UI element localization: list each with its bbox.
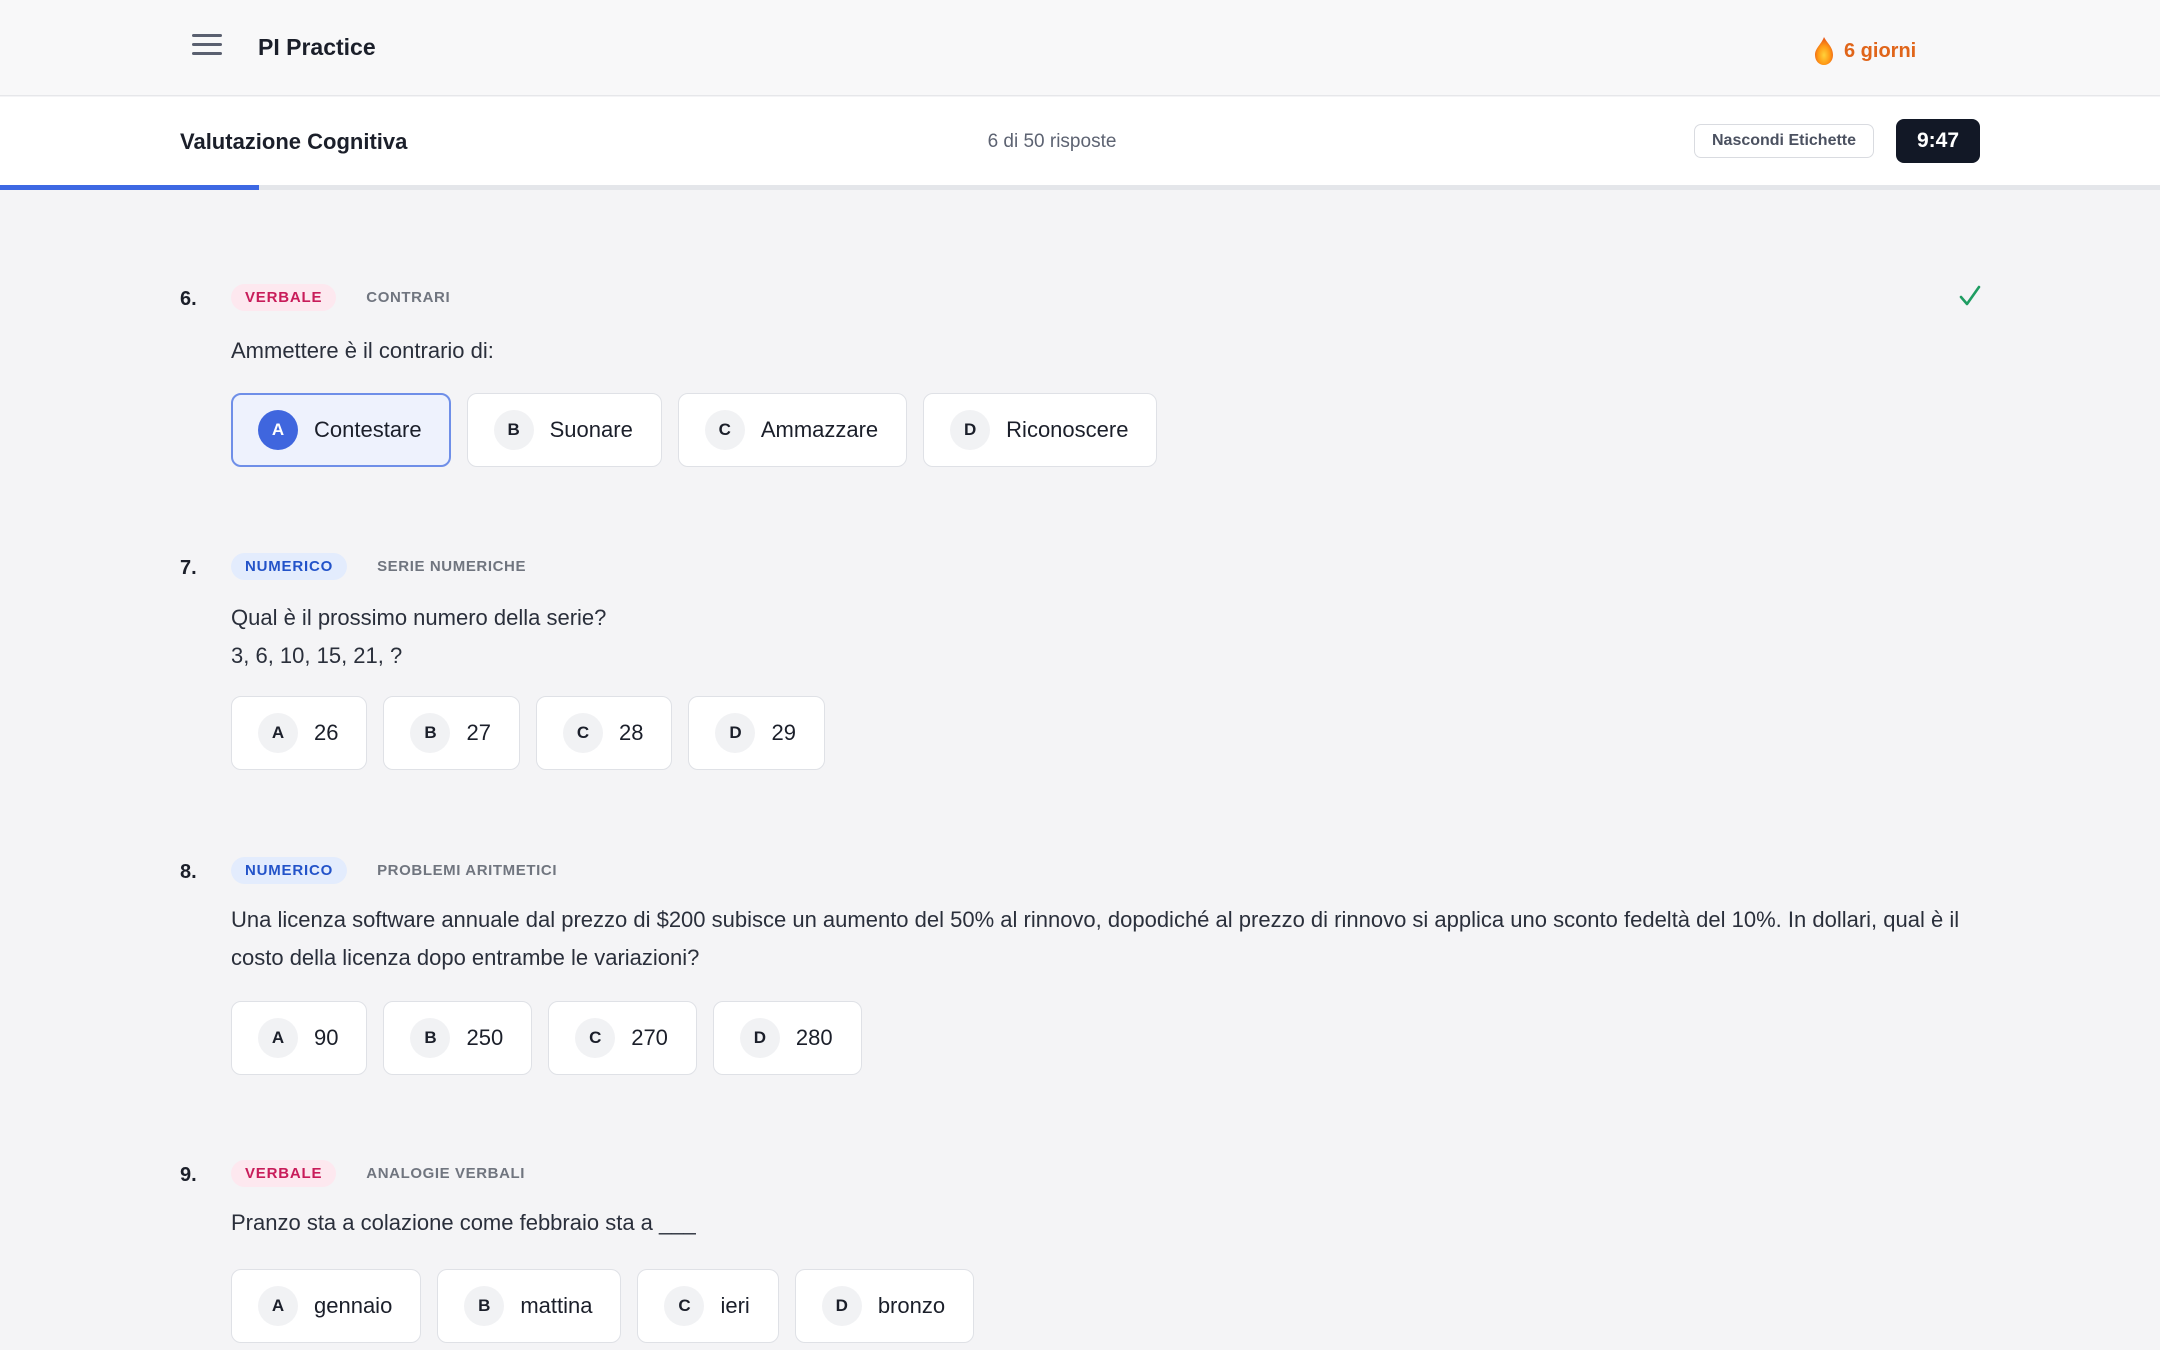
app-title: PI Practice — [258, 34, 376, 60]
option-label: bronzo — [877, 1293, 946, 1318]
option-c[interactable]: Cieri — [637, 1269, 779, 1343]
question-number: 7. — [180, 557, 197, 579]
option-label: Riconoscere — [1006, 417, 1129, 442]
answer-options: A 90 B 250 C 270 D 280 — [231, 1001, 878, 1075]
timer: 9:47 — [1896, 119, 1980, 163]
option-b[interactable]: B 27 — [383, 696, 520, 770]
question-number: 9. — [180, 1164, 197, 1186]
option-label: 29 — [771, 720, 796, 745]
option-c[interactable]: C 270 — [548, 1001, 697, 1075]
subcategory-tag: SERIE NUMERICHE — [377, 558, 527, 575]
option-c[interactable]: C 28 — [535, 696, 673, 770]
option-label: 27 — [466, 720, 491, 745]
option-label: gennaio — [314, 1293, 393, 1318]
answer-options: Agennaio Bmattina Cieri Dbronzo — [231, 1269, 990, 1343]
option-label: Ammazzare — [760, 417, 879, 442]
question-text: Ammettere è il contrario di: — [231, 338, 494, 363]
question-text: Qual è il prossimo numero della serie? 3… — [231, 605, 607, 668]
checkmark-icon — [1959, 285, 1981, 306]
app-header: PI Practice 6 giorni — [0, 0, 2160, 96]
option-label: 28 — [618, 720, 644, 745]
option-d[interactable]: D 29 — [688, 696, 825, 770]
progress-bar-fill — [0, 185, 260, 190]
option-a[interactable]: A Contestare — [231, 393, 451, 467]
flame-icon — [1815, 37, 1833, 65]
question-number: 6. — [180, 288, 197, 310]
category-tag: NUMERICO — [231, 857, 348, 884]
streak-counter: 6 giorni — [1814, 32, 1916, 70]
option-d[interactable]: D Riconoscere — [923, 393, 1158, 467]
test-header: Valutazione Cognitiva 6 di 50 risposte N… — [0, 97, 2160, 185]
hide-labels-button[interactable]: Nascondi Etichette — [1694, 124, 1874, 158]
option-label: 26 — [314, 720, 339, 745]
option-label: Suonare — [549, 417, 633, 442]
option-d[interactable]: Dbronzo — [794, 1269, 975, 1343]
option-label: 90 — [314, 1025, 339, 1050]
option-label: ieri — [720, 1293, 750, 1318]
question-number: 8. — [180, 861, 197, 883]
option-a[interactable]: Agennaio — [231, 1269, 422, 1343]
category-tag: VERBALE — [231, 284, 337, 311]
progress-bar — [0, 185, 2160, 190]
question-text: Una licenza software annuale dal prezzo … — [231, 907, 1960, 970]
option-label: 270 — [631, 1025, 668, 1050]
option-b[interactable]: B 250 — [383, 1001, 533, 1075]
option-label: 250 — [466, 1025, 504, 1050]
subcategory-tag: PROBLEMI ARITMETICI — [377, 862, 558, 879]
option-a[interactable]: A 90 — [231, 1001, 368, 1075]
option-d[interactable]: D 280 — [712, 1001, 862, 1075]
option-a[interactable]: A 26 — [231, 696, 368, 770]
subcategory-tag: ANALOGIE VERBALI — [366, 1165, 526, 1182]
question-text: Pranzo sta a colazione come febbraio sta… — [231, 1210, 696, 1235]
answer-options: A 26 B 27 C 28 D 29 — [231, 696, 841, 770]
answer-options: A Contestare B Suonare C Ammazzare D Riconos… — [231, 393, 1173, 467]
option-b[interactable]: Bmattina — [437, 1269, 622, 1343]
option-label: 280 — [795, 1025, 833, 1050]
option-label: mattina — [520, 1293, 593, 1318]
option-label: Contestare — [314, 417, 422, 442]
hamburger-menu-icon[interactable] — [192, 34, 222, 60]
category-tag: VERBALE — [231, 1160, 337, 1187]
option-c[interactable]: C Ammazzare — [677, 393, 908, 467]
streak-label: 6 giorni — [1844, 39, 1917, 62]
option-b[interactable]: B Suonare — [466, 393, 662, 467]
category-tag: NUMERICO — [231, 553, 348, 580]
subcategory-tag: CONTRARI — [366, 289, 451, 306]
